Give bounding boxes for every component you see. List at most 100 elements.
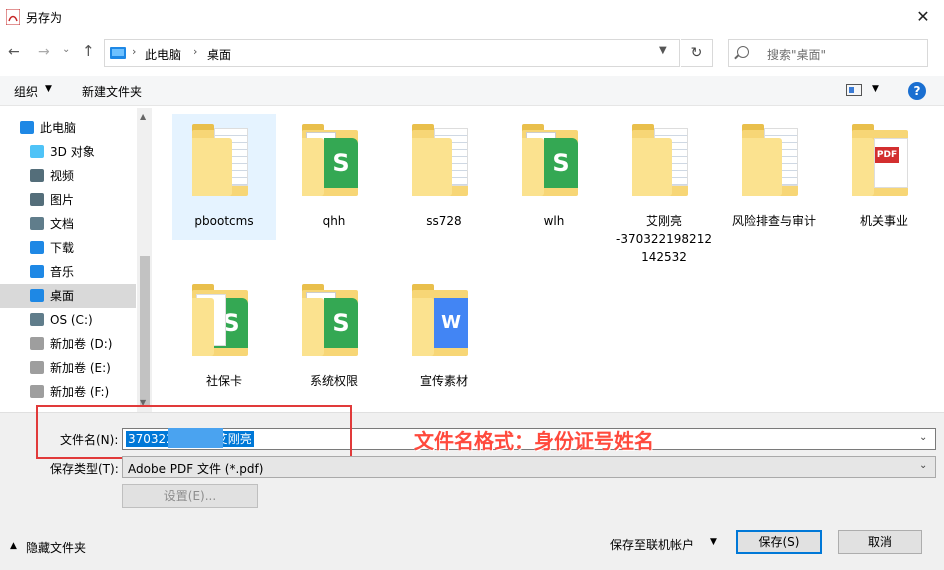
folder-spreadsheet-icon: S — [522, 124, 584, 196]
view-options-icon[interactable] — [846, 84, 862, 96]
cancel-button[interactable]: 取消 — [838, 530, 922, 554]
sidebar-item[interactable]: 此电脑 — [20, 116, 136, 140]
file-list[interactable]: pbootcms Sqhh ss728 Swlh 艾刚亮 -370322198212 1… — [152, 108, 944, 412]
save-button[interactable]: 保存(S) — [736, 530, 822, 554]
help-button[interactable]: ? — [908, 82, 926, 100]
file-name: ss728 — [426, 214, 462, 228]
sidebar-item-label: 此电脑 — [40, 121, 77, 135]
sidebar-item[interactable]: 3D 对象 — [30, 140, 136, 164]
computer-icon — [20, 121, 34, 134]
sidebar-item-label: OS (C:) — [50, 313, 93, 327]
caret-down-icon[interactable]: ▼ — [872, 84, 879, 94]
video-icon — [30, 169, 44, 182]
desktop-icon — [30, 289, 44, 302]
save-type-label: 保存类型(T): — [50, 462, 119, 476]
windows-drive-icon — [30, 313, 44, 326]
drive-icon — [30, 337, 44, 350]
document-icon — [30, 217, 44, 230]
navigation-pane[interactable]: ▲ ▼ 此电脑 3D 对象 视频 图片 文档 下载 音乐 桌面 OS (C:) 新加卷 (D:) 新… — [0, 108, 152, 412]
sidebar-item[interactable]: OS (C:) — [30, 308, 136, 332]
file-name: 机关事业 — [859, 214, 908, 228]
organize-button[interactable]: 组织 — [14, 83, 38, 100]
breadcrumb-separator-icon[interactable]: › — [132, 45, 136, 58]
title-bar — [0, 0, 944, 34]
file-item[interactable]: Sqhh — [282, 114, 386, 240]
refresh-button[interactable]: ↻ — [681, 39, 713, 67]
sidebar-item[interactable]: 新加卷 (E:) — [30, 356, 136, 380]
pdf-app-icon — [6, 9, 20, 25]
folder-word-icon: W — [412, 284, 474, 356]
sidebar-item-label: 视频 — [50, 169, 75, 183]
recent-locations-icon[interactable]: ⌄ — [62, 44, 70, 55]
folder-pdf-icon: PDF — [852, 124, 914, 196]
annotation-text: 文件名格式：身份证号姓名 — [414, 429, 654, 453]
cube-icon — [30, 145, 44, 158]
chevron-down-icon[interactable]: ⌄ — [919, 432, 927, 443]
file-name: 宣传素材 — [419, 374, 468, 388]
download-icon — [30, 241, 44, 254]
sidebar-item-label: 3D 对象 — [50, 145, 95, 159]
file-item[interactable]: 艾刚亮 -370322198212 142532 — [612, 114, 716, 264]
file-name: 风险排查与审计 — [731, 214, 816, 228]
folder-pdf-spreadsheet-icon: S — [192, 284, 254, 356]
hide-folders-toggle[interactable]: 隐藏文件夹 — [26, 539, 86, 556]
breadcrumb-desktop[interactable]: 桌面 — [207, 46, 231, 63]
folder-docs-icon — [192, 124, 254, 196]
sidebar-item[interactable]: 文档 — [30, 212, 136, 236]
scrollbar-thumb[interactable] — [140, 256, 150, 406]
annotation-highlight-box — [36, 405, 352, 459]
sidebar-item[interactable]: 新加卷 (D:) — [30, 332, 136, 356]
folder-spreadsheet-icon: S — [302, 284, 364, 356]
file-item[interactable]: ss728 — [392, 114, 496, 240]
drive-icon — [30, 361, 44, 374]
command-toolbar: 组织 ▼ 新建文件夹 ▼ ? — [0, 76, 944, 106]
scroll-up-icon[interactable]: ▲ — [140, 112, 146, 121]
save-to-account-button[interactable]: 保存至联机帐户 — [610, 536, 694, 553]
folder-docs-icon — [742, 124, 804, 196]
file-item[interactable]: Swlh — [502, 114, 606, 240]
close-button[interactable]: ✕ — [908, 4, 938, 30]
breadcrumb-separator-icon[interactable]: › — [193, 45, 197, 58]
chevron-down-icon[interactable]: ⌄ — [919, 460, 927, 471]
sidebar-item[interactable]: 新加卷 (F:) — [30, 380, 136, 404]
sidebar-item-label: 新加卷 (D:) — [50, 337, 113, 351]
folder-spreadsheet-icon: S — [302, 124, 364, 196]
file-item[interactable]: S 社保卡 — [172, 274, 276, 400]
file-item[interactable]: pbootcms — [172, 114, 276, 240]
file-name: qhh — [322, 214, 346, 228]
caret-down-icon[interactable]: ▼ — [710, 537, 717, 547]
window-title: 另存为 — [26, 11, 63, 25]
music-icon — [30, 265, 44, 278]
new-folder-button[interactable]: 新建文件夹 — [82, 83, 142, 100]
file-item[interactable]: 风险排查与审计 — [722, 114, 826, 240]
up-arrow-icon[interactable]: ↑ — [82, 42, 95, 60]
file-item[interactable]: S 系统权限 — [282, 274, 386, 400]
save-type-select[interactable]: Adobe PDF 文件 (*.pdf) ⌄ — [122, 456, 936, 478]
picture-icon — [30, 193, 44, 206]
file-item[interactable]: PDF 机关事业 — [832, 114, 936, 240]
sidebar-item[interactable]: 下载 — [30, 236, 136, 260]
sidebar-item[interactable]: 视频 — [30, 164, 136, 188]
address-bar[interactable]: › 此电脑 › 桌面 ▼ — [104, 39, 680, 67]
forward-arrow-icon[interactable]: → — [38, 44, 50, 60]
back-arrow-icon[interactable]: ← — [8, 44, 20, 60]
settings-button[interactable]: 设置(E)... — [122, 484, 258, 508]
save-type-value: Adobe PDF 文件 (*.pdf) — [128, 462, 264, 476]
sidebar-item[interactable]: 图片 — [30, 188, 136, 212]
sidebar-item-label: 桌面 — [50, 289, 75, 303]
search-icon — [737, 46, 749, 58]
folder-docs-icon — [632, 124, 694, 196]
caret-up-icon[interactable]: ▲ — [10, 541, 17, 551]
sidebar-item-label: 新加卷 (E:) — [50, 361, 111, 375]
caret-down-icon[interactable]: ▼ — [45, 84, 52, 94]
search-input[interactable]: 搜索"桌面" — [728, 39, 928, 67]
chevron-down-icon[interactable]: ▼ — [659, 45, 667, 56]
breadcrumb-this-pc[interactable]: 此电脑 — [145, 46, 181, 63]
file-name: 社保卡 — [205, 374, 242, 388]
file-item[interactable]: W 宣传素材 — [392, 274, 496, 400]
sidebar-item-label: 下载 — [50, 241, 75, 255]
sidebar-item-label: 图片 — [50, 193, 75, 207]
sidebar-item[interactable]: 桌面 — [30, 284, 136, 308]
folder-docs-icon — [412, 124, 474, 196]
sidebar-item[interactable]: 音乐 — [30, 260, 136, 284]
